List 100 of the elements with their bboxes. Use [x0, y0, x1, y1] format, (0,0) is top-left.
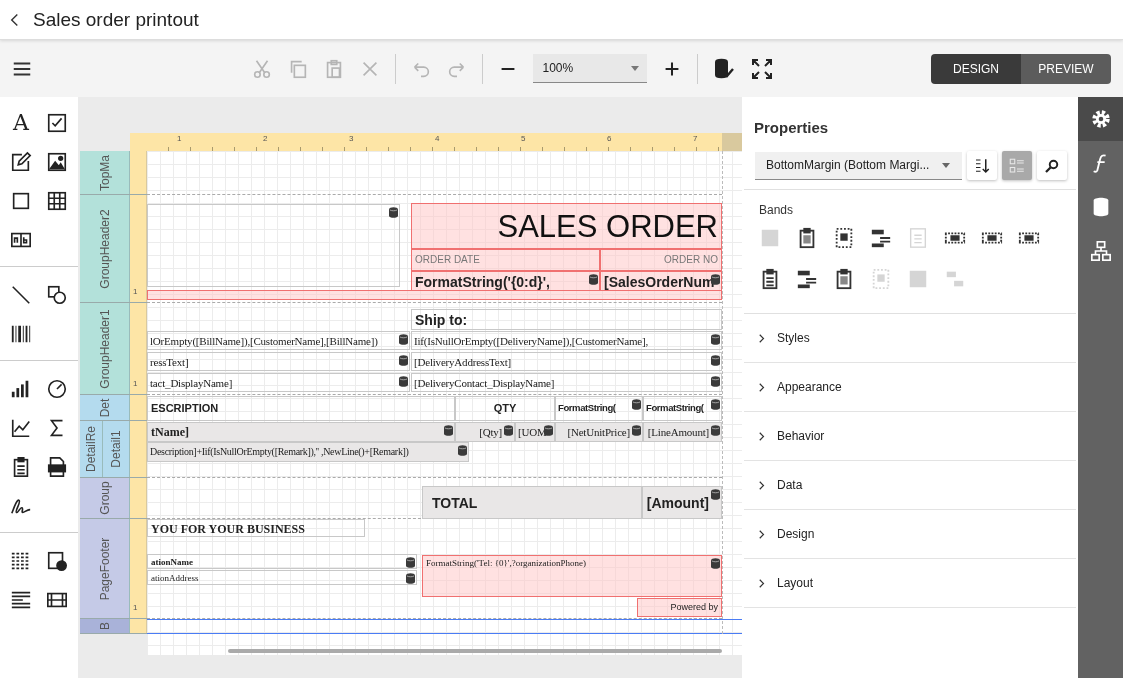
- band-label[interactable]: TopMa: [80, 151, 130, 194]
- vertical-ruler: 1: [130, 519, 147, 618]
- back-icon[interactable]: [10, 12, 19, 27]
- column-caption[interactable]: ORDER NO: [600, 249, 722, 271]
- band-label[interactable]: Group: [80, 478, 130, 518]
- expression-field[interactable]: Iif(IsNullOrEmpty([DeliveryName]),[CustomerName],: [411, 331, 722, 350]
- control-text: Ship to:: [415, 311, 468, 329]
- panel-title: Properties: [753, 119, 830, 136]
- control-text: SALES ORDER: [497, 208, 718, 246]
- expression-field[interactable]: ationName: [147, 554, 417, 569]
- control-text: [Qty]: [479, 425, 502, 440]
- gear-icon: [1089, 108, 1112, 130]
- expression-field[interactable]: ressText]: [147, 352, 410, 371]
- total-field[interactable]: [Amount]: [642, 486, 722, 519]
- expression-field[interactable]: [Qty]: [455, 422, 515, 442]
- data-field[interactable]: [SalesOrderNum: [600, 271, 722, 291]
- component-select[interactable]: BottomMargin (Bottom Margi...: [755, 151, 962, 180]
- rectangle-icon[interactable]: [10, 190, 32, 212]
- expression-field[interactable]: [LineAmount]: [643, 422, 722, 442]
- chevron-icon: [759, 578, 765, 588]
- expression-field[interactable]: tact_DisplayName]: [147, 373, 410, 392]
- section-label: Bands: [758, 202, 795, 217]
- mode-tab[interactable]: DESIGN: [931, 53, 1021, 84]
- expression-field[interactable]: [DeliveryContact_DisplayName]: [411, 373, 722, 392]
- band-label[interactable]: B: [80, 619, 130, 633]
- section-title: Data: [777, 478, 803, 492]
- data-field[interactable]: FormatString('{0:d}',: [411, 271, 600, 291]
- table-icon[interactable]: [46, 190, 68, 212]
- expression-field[interactable]: YOU FOR YOUR BUSINESS: [147, 519, 365, 537]
- control-text: FormatString(: [558, 401, 616, 415]
- mode-tab[interactable]: PREVIEW: [1021, 53, 1111, 84]
- search-button[interactable]: [1037, 151, 1067, 180]
- control-text: FormatString('Tel: {0}',?organizationPhone): [426, 557, 587, 569]
- line-icon[interactable]: [10, 284, 32, 306]
- band-dashed-frame-icon[interactable]: [833, 227, 855, 249]
- vertical-ruler: 1: [130, 195, 147, 302]
- expression-field[interactable]: tName]: [147, 422, 455, 442]
- section-header[interactable]: Layout: [744, 559, 1076, 608]
- section-header[interactable]: Appearance: [744, 363, 1076, 412]
- section-header[interactable]: Design: [744, 510, 1076, 559]
- section-title: Styles: [777, 331, 810, 345]
- total-field[interactable]: TOTAL: [422, 486, 642, 519]
- band-label[interactable]: Detail1: [103, 421, 130, 477]
- column-header[interactable]: ESCRIPTION: [147, 396, 455, 421]
- band-label[interactable]: PageFooter: [80, 519, 130, 618]
- control-text: FormatString(: [646, 401, 704, 415]
- expression-field[interactable]: ationAddress: [147, 570, 417, 585]
- scrollbar[interactable]: [228, 649, 722, 653]
- control-text: tact_DisplayName]: [150, 376, 233, 391]
- ruler-margin: [722, 133, 742, 151]
- control-text: tName]: [151, 424, 189, 440]
- expression-field[interactable]: FormatString('Tel: {0}',?organizationPhone): [422, 555, 722, 597]
- control-text: ationName: [151, 556, 193, 568]
- column-header[interactable]: FormatString(: [555, 396, 643, 421]
- zoom-select[interactable]: 100%: [532, 54, 647, 83]
- band-label[interactable]: GroupHeader1: [80, 303, 130, 394]
- vertical-ruler: [130, 478, 147, 518]
- page-info-icon[interactable]: [46, 550, 68, 572]
- control-text: ORDER DATE: [415, 253, 480, 267]
- column-header[interactable]: QTY: [455, 396, 555, 421]
- settings-tab[interactable]: [1078, 97, 1123, 141]
- band-label[interactable]: GroupHeader2: [80, 195, 130, 302]
- edit-form-icon[interactable]: [10, 151, 32, 173]
- band-bars-icon[interactable]: [796, 268, 818, 290]
- checkbox-icon[interactable]: [46, 112, 68, 134]
- barcode-icon[interactable]: [10, 323, 32, 345]
- gauge-icon[interactable]: [46, 378, 68, 400]
- data-field[interactable]: Ship to:: [411, 309, 722, 330]
- control-text: YOU FOR YOUR BUSINESS: [151, 521, 305, 536]
- column-caption[interactable]: ORDER DATE: [411, 249, 600, 271]
- vertical-ruler: 1: [130, 303, 147, 394]
- section-header[interactable]: Behavior: [744, 412, 1076, 461]
- control-text: [SalesOrderNum: [604, 273, 715, 290]
- expression-field[interactable]: lOrEmpty([BillName]),[CustomerName],[BillName]): [147, 331, 410, 350]
- picture-icon[interactable]: [46, 151, 68, 173]
- control-text: ESCRIPTION: [151, 401, 219, 416]
- chevron-icon: [759, 382, 765, 392]
- expression-field[interactable]: [NetUnitPrice]: [555, 422, 643, 442]
- column-header[interactable]: FormatString(: [643, 396, 722, 421]
- levels-icon[interactable]: [10, 589, 32, 611]
- report-title[interactable]: SALES ORDER: [411, 203, 722, 249]
- sparkline-icon[interactable]: [10, 417, 32, 439]
- chevron-icon: [759, 529, 765, 539]
- band-bars-icon[interactable]: [870, 227, 892, 249]
- expression-field[interactable]: Description]+Iif(IsNullOrEmpty([Remark]),'' ,NewLine()+[Remark]): [147, 442, 469, 462]
- section-title: Design: [777, 527, 815, 541]
- ruler-number: 2: [263, 134, 268, 143]
- section-header[interactable]: Styles: [744, 314, 1076, 363]
- sort-button[interactable]: [967, 151, 997, 180]
- label-tool-icon[interactable]: A: [13, 112, 29, 134]
- section-title: Appearance: [777, 380, 842, 394]
- control-text: [Amount]: [645, 494, 709, 511]
- expression-field[interactable]: [DeliveryAddressText]: [411, 352, 722, 371]
- section-header[interactable]: Data: [744, 461, 1076, 510]
- fullscreen-icon[interactable]: [749, 56, 774, 81]
- band-label[interactable]: Det: [80, 395, 130, 420]
- band-label[interactable]: DetailRe: [80, 421, 103, 477]
- shapes-icon[interactable]: [46, 284, 68, 306]
- footer-note[interactable]: Powered by: [637, 598, 722, 617]
- ruler-number: 5: [521, 134, 526, 143]
